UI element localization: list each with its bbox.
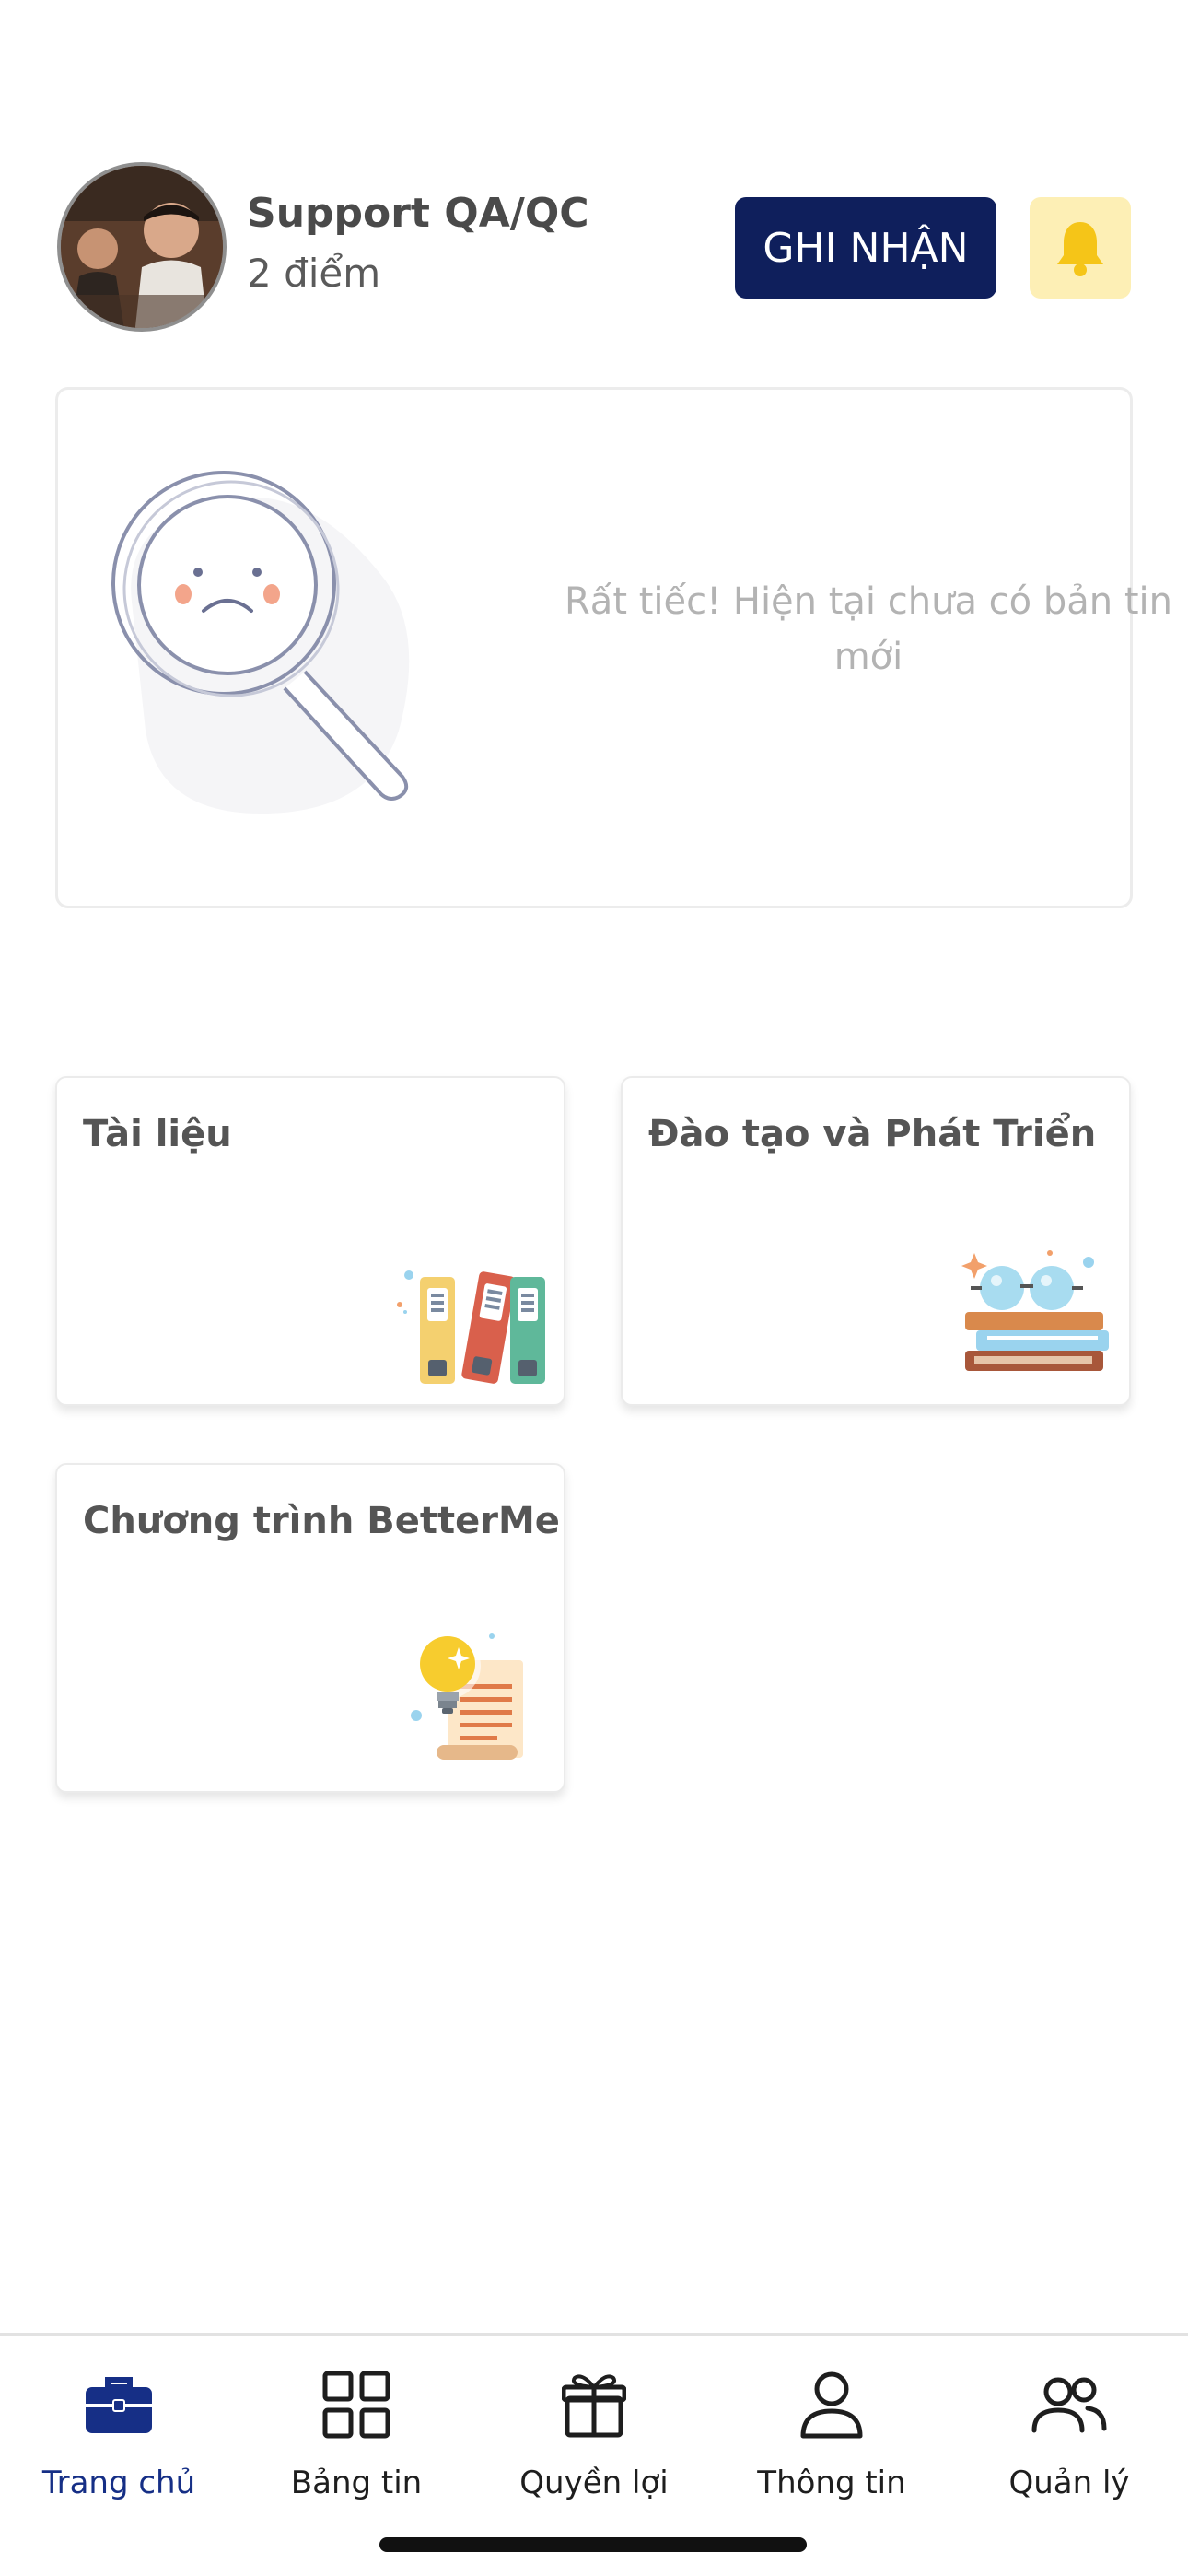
sad-magnifier-icon [111, 471, 410, 814]
bell-icon [1057, 222, 1103, 276]
binders-icon [397, 1270, 545, 1384]
users-icon [1031, 2377, 1107, 2433]
gift-icon [562, 2374, 626, 2438]
ghi-nhan-button[interactable]: GHI NHẬN [735, 197, 996, 299]
tile-title: Chương trình BetterMe [83, 1500, 560, 1542]
briefcase-icon [86, 2377, 152, 2433]
avatar[interactable] [57, 162, 227, 332]
grid-icon [322, 2371, 390, 2439]
home-indicator [379, 2537, 807, 2552]
nav-label: Bảng tin [290, 2465, 423, 2501]
tile-betterme[interactable]: Chương trình BetterMe [55, 1463, 565, 1793]
nav-label: Quyền lợi [519, 2465, 669, 2501]
tile-title: Tài liệu [83, 1113, 232, 1155]
user-name: Support QA/QC [247, 190, 589, 237]
tile-title: Đào tạo và Phát Triển [648, 1113, 1097, 1155]
nav-item-thong-tin[interactable]: Thông tin [713, 2363, 950, 2511]
user-icon [800, 2371, 863, 2439]
books-glasses-icon [961, 1250, 1109, 1371]
nav-item-quyen-loi[interactable]: Quyền lợi [475, 2363, 713, 2511]
nav-item-bang-tin[interactable]: Bảng tin [238, 2363, 475, 2511]
nav-item-quan-ly[interactable]: Quản lý [950, 2363, 1188, 2511]
notification-button[interactable] [1030, 197, 1131, 299]
home-screen: Support QA/QC 2 điểm GHI NHẬN Rất tiếc! … [0, 0, 1188, 2576]
nav-label: Trang chủ [41, 2465, 196, 2501]
tile-tai-lieu[interactable]: Tài liệu [55, 1076, 565, 1406]
nav-item-trang-chu[interactable]: Trang chủ [0, 2363, 238, 2511]
tile-dao-tao[interactable]: Đào tạo và Phát Triển [621, 1076, 1131, 1406]
lightbulb-document-icon [411, 1633, 523, 1760]
user-points: 2 điểm [247, 251, 381, 296]
nav-label: Quản lý [1008, 2465, 1130, 2501]
news-card: Rất tiếc! Hiện tại chưa có bản tin mới [55, 387, 1172, 908]
empty-news-message: Rất tiếc! Hiện tại chưa có bản tin mới [565, 580, 1172, 678]
nav-label: Thông tin [757, 2465, 906, 2501]
